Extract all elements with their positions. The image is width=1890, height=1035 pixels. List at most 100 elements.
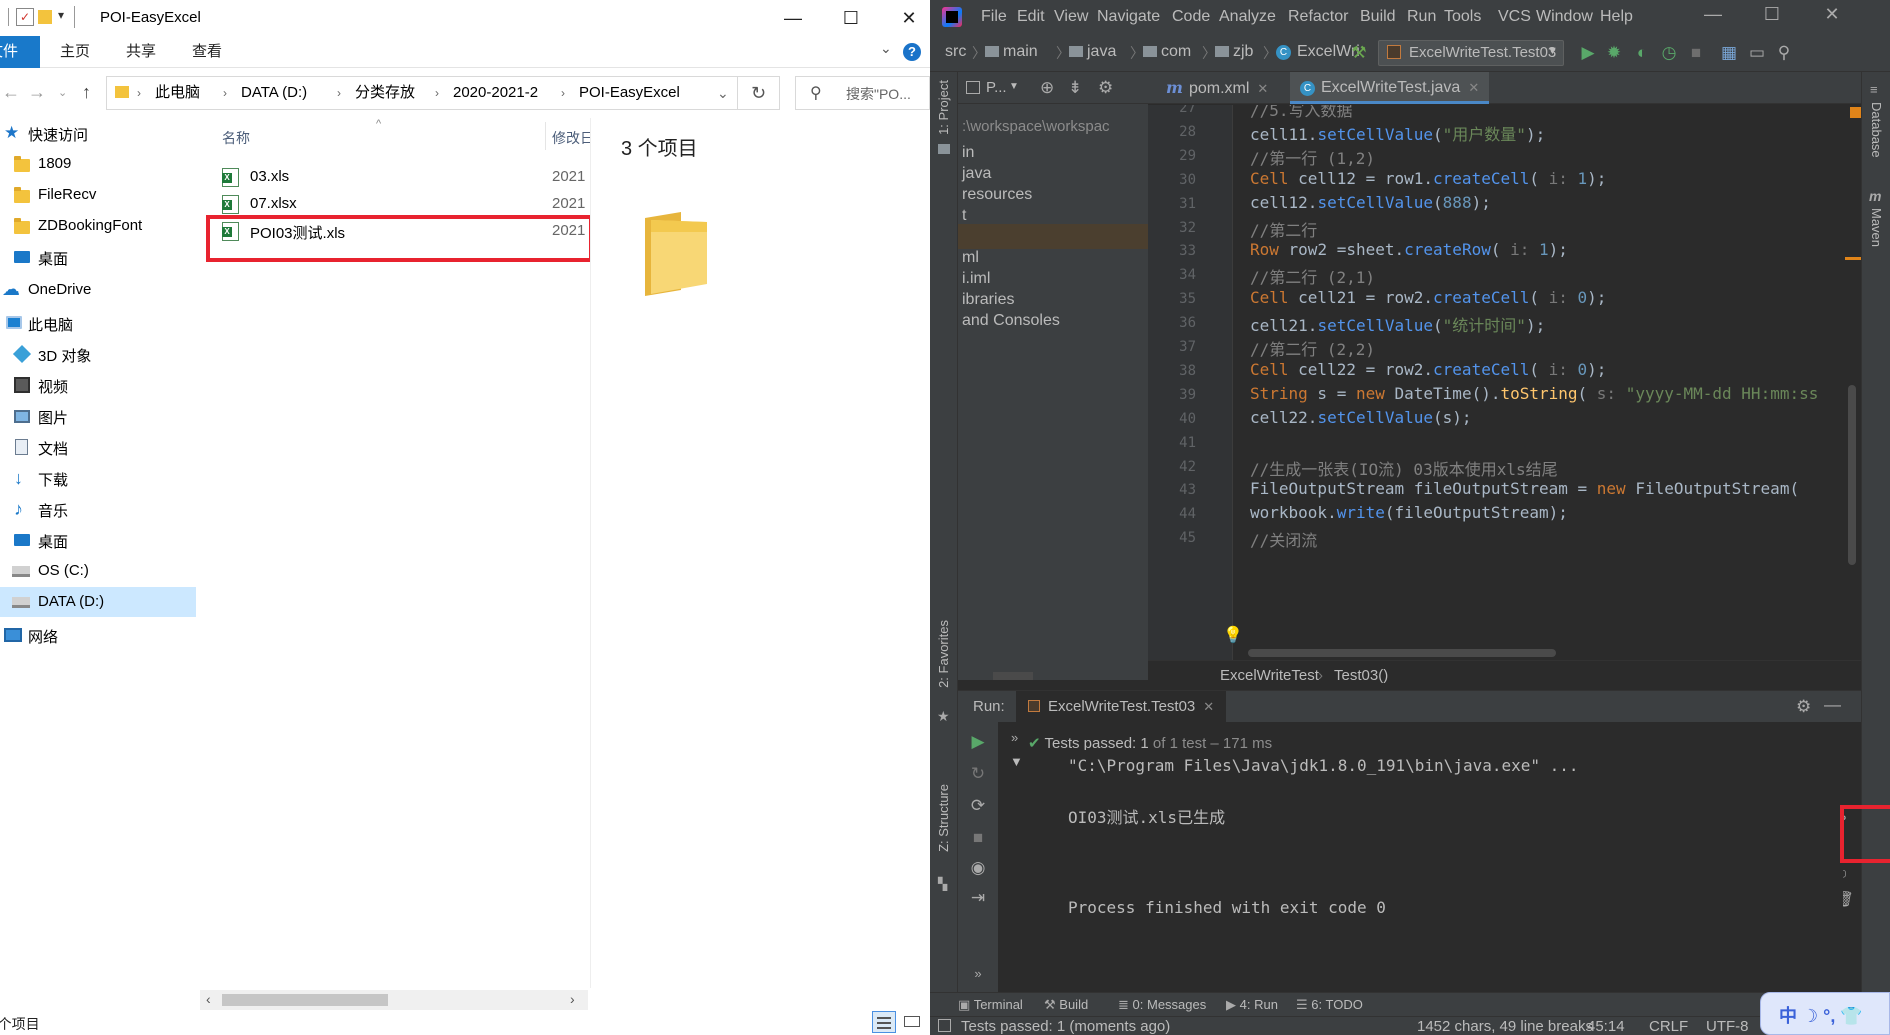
collapse-tree-icon[interactable]: ▼ (1010, 754, 1023, 769)
sidebar-item-documents[interactable]: 文档 (0, 432, 196, 462)
refresh-icon[interactable]: ↻ (738, 76, 780, 110)
close-button[interactable]: ✕ (1812, 4, 1852, 25)
status-position[interactable]: 45:14 (1587, 1018, 1625, 1035)
layout-icon[interactable]: ▭ (1748, 44, 1766, 62)
settings-icon[interactable]: ⚙ (1098, 78, 1113, 98)
intention-bulb-icon[interactable]: 💡 (1223, 625, 1243, 645)
close-tab-icon[interactable]: ✕ (1468, 80, 1479, 95)
status-line-separator[interactable]: CRLF (1649, 1018, 1688, 1035)
menu-tools[interactable]: Tools (1444, 8, 1481, 26)
scroll-right-icon[interactable]: › (570, 991, 575, 1007)
breadcrumb-category[interactable]: 分类存放 (355, 77, 415, 109)
sidebar-item-music[interactable]: ♪ 音乐 (0, 494, 196, 524)
tab-excelwritetest[interactable]: C ExcelWriteTest.java ✕ (1290, 72, 1490, 104)
column-header-date[interactable]: 修改日 (552, 128, 594, 148)
rerun-icon[interactable]: ▶ (968, 732, 988, 752)
close-button[interactable]: ✕ (886, 6, 930, 30)
settings-icon[interactable]: ⚙ (1796, 697, 1811, 717)
stop-icon[interactable]: ■ (1687, 44, 1705, 62)
coverage-icon[interactable]: ◐ (1633, 44, 1651, 62)
collapse-icon[interactable]: ⇟ (1068, 78, 1082, 98)
file-row[interactable]: 03.xls 2021 (222, 164, 585, 191)
tool-tab-build[interactable]: ⚒ Build (1044, 997, 1088, 1013)
details-view-icon[interactable] (872, 1011, 896, 1033)
maximize-button[interactable]: ☐ (1752, 4, 1792, 25)
run-icon[interactable]: ▶ (1579, 44, 1597, 62)
tab-pom-xml[interactable]: m pom.xml ✕ (1158, 72, 1276, 104)
address-dropdown-icon[interactable]: ⌄ (717, 77, 729, 109)
toggle-auto-test-icon[interactable]: ⟳ (968, 796, 988, 816)
scroll-left-icon[interactable]: ‹ (206, 991, 211, 1007)
tool-tab-run[interactable]: ▶ 4: Run (1226, 997, 1278, 1013)
sidebar-item-desktop-2[interactable]: 桌面 (0, 525, 196, 555)
sidebar-item-filerecv[interactable]: FileRecv (0, 180, 196, 210)
dropdown-arrow-icon[interactable]: ▼ (1009, 81, 1019, 92)
quick-access-dropdown-icon[interactable]: ▾ (58, 8, 64, 22)
breadcrumb-semester[interactable]: 2020-2021-2 (453, 77, 538, 109)
properties-icon[interactable]: ✓ (16, 8, 34, 26)
status-message[interactable]: Tests passed: 1 (moments ago) (961, 1018, 1170, 1035)
horizontal-scrollbar[interactable] (1248, 649, 1556, 657)
large-icons-view-icon[interactable] (900, 1011, 924, 1033)
input-method-toolbar[interactable]: 中 ☽ °, 👕 (1760, 992, 1890, 1035)
sidebar-item-zdbookingfont[interactable]: ZDBookingFont (0, 211, 196, 241)
status-toggle-icon[interactable] (938, 1019, 951, 1032)
breadcrumb-this-pc[interactable]: 此电脑 (155, 77, 200, 109)
horizontal-scrollbar[interactable]: ‹ › (200, 990, 588, 1010)
menu-edit[interactable]: Edit (1017, 8, 1045, 26)
project-tool-tab[interactable]: 1: Project (936, 80, 951, 135)
tab-view[interactable]: 查看 (192, 36, 222, 68)
tab-home[interactable]: 主页 (60, 36, 90, 68)
vertical-scrollbar[interactable] (1848, 385, 1856, 565)
run-tab[interactable]: ExcelWriteTest.Test03 ✕ (1016, 691, 1227, 723)
maximize-button[interactable]: ☐ (828, 6, 874, 30)
run-configuration-dropdown[interactable]: ExcelWriteTest.Test03 ▼ (1378, 40, 1564, 66)
warning-marker[interactable] (1850, 107, 1861, 118)
sidebar-item-desktop[interactable]: 桌面 (0, 242, 196, 272)
console-output[interactable]: "C:\Program Files\Java\jdk1.8.0_191\bin\… (1048, 750, 1843, 985)
menu-window[interactable]: Window (1536, 8, 1593, 26)
file-row[interactable]: 07.xlsx 2021 (222, 191, 585, 218)
sidebar-item-os-c[interactable]: OS (C:) (0, 556, 196, 586)
profile-icon[interactable]: ◷ (1660, 44, 1678, 62)
column-divider[interactable] (545, 122, 546, 150)
menu-refactor[interactable]: Refactor (1288, 8, 1348, 26)
expand-ribbon-chevron-icon[interactable]: ⌄ (880, 40, 892, 57)
camera-icon[interactable]: ◉ (968, 858, 988, 878)
rerun-failed-icon[interactable]: ↻ (968, 764, 988, 784)
project-view-dropdown[interactable]: P... (986, 79, 1007, 96)
sidebar-item-quick-access[interactable]: ★ 快速访问 (0, 118, 196, 148)
database-tool-tab[interactable]: Database (1869, 102, 1884, 158)
nav-crumb-main[interactable]: main (985, 43, 1038, 61)
sidebar-item-videos[interactable]: 视频 (0, 370, 196, 400)
sidebar-item-3d-objects[interactable]: 3D 对象 (0, 339, 196, 369)
editor-crumb-class[interactable]: ExcelWriteTest (1220, 667, 1319, 684)
column-header-name[interactable]: 名称 (222, 128, 250, 148)
address-bar[interactable]: › 此电脑 › DATA (D:) › 分类存放 › 2020-2021-2 ›… (106, 76, 738, 110)
project-structure-icon[interactable]: ▦ (1720, 44, 1738, 62)
stop-icon[interactable]: ■ (968, 828, 988, 848)
warning-stripe[interactable] (1845, 257, 1861, 260)
tab-file[interactable]: 文件 (0, 36, 40, 68)
nav-crumb-src[interactable]: src (945, 43, 966, 61)
sidebar-item-data-d[interactable]: DATA (D:) (0, 587, 196, 617)
nav-crumb-java[interactable]: java (1069, 43, 1116, 61)
structure-tool-tab[interactable]: Z: Structure (936, 784, 951, 852)
tool-tab-messages[interactable]: ≣ 0: Messages (1118, 997, 1206, 1013)
up-arrow-icon[interactable]: ↑ (82, 82, 91, 103)
sidebar-item-network[interactable]: 网络 (0, 620, 196, 650)
search-everywhere-icon[interactable]: ⚲ (1775, 44, 1793, 62)
close-tab-icon[interactable]: ✕ (1203, 699, 1214, 714)
menu-vcs[interactable]: VCS (1498, 8, 1531, 26)
minimize-button[interactable]: — (770, 6, 816, 30)
editor-crumb-method[interactable]: Test03() (1334, 667, 1388, 684)
forward-arrow-icon[interactable]: → (28, 82, 46, 103)
hide-icon[interactable]: — (1824, 695, 1841, 715)
menu-build[interactable]: Build (1360, 8, 1396, 26)
nav-crumb-zjb[interactable]: zjb (1215, 43, 1253, 61)
scrollbar-thumb[interactable] (993, 672, 1033, 680)
sidebar-item-downloads[interactable]: ↓ 下载 (0, 463, 196, 493)
help-icon[interactable]: ? (903, 43, 921, 61)
breadcrumb-current-folder[interactable]: POI-EasyExcel (579, 77, 680, 109)
back-arrow-icon[interactable]: ← (2, 82, 20, 103)
